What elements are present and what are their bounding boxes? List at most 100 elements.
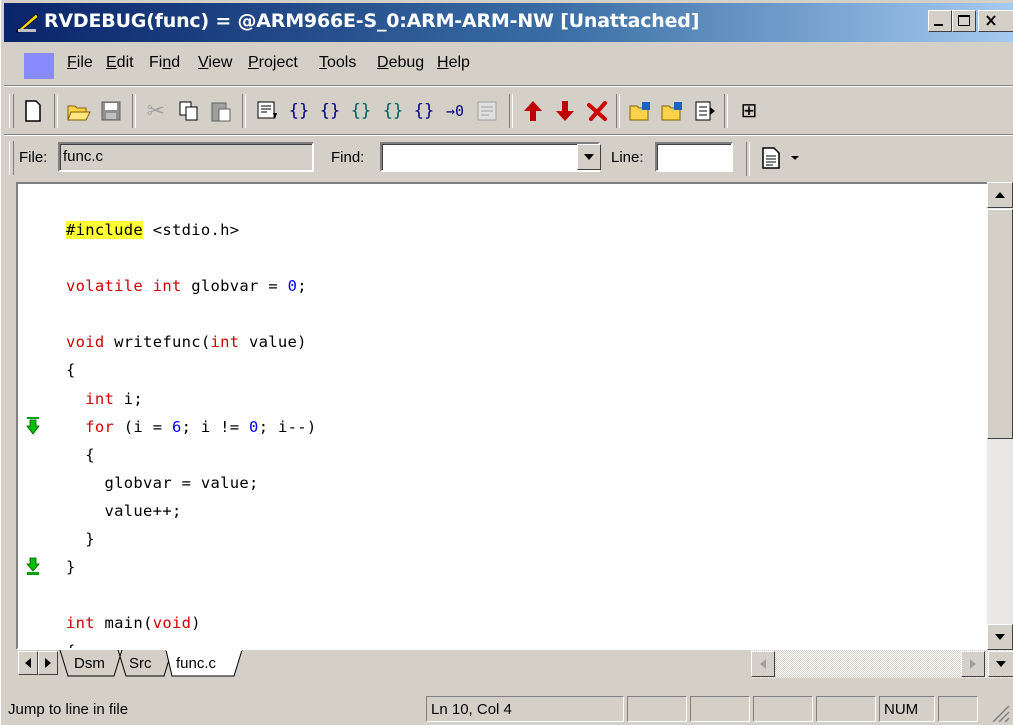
menu-find[interactable]: Find [149, 54, 180, 72]
document-options-icon[interactable] [756, 143, 786, 173]
file-field[interactable]: func.c [58, 142, 314, 172]
file-label: File: [19, 149, 48, 166]
scroll-down-button[interactable] [987, 624, 1013, 650]
tab-dsm[interactable]: Dsm [74, 655, 105, 672]
findbar-grip[interactable] [9, 141, 14, 175]
close-button[interactable] [978, 10, 1013, 32]
chevron-down-icon [995, 634, 1005, 640]
line-input[interactable] [655, 142, 733, 172]
code-line: { [66, 642, 76, 648]
toolbar-separator [54, 94, 58, 128]
new-file-icon[interactable] [18, 96, 48, 126]
disabled-tool-icon[interactable] [472, 96, 502, 126]
app-icon [15, 13, 39, 33]
arrow-up-icon[interactable] [518, 96, 548, 126]
status-pane-empty [938, 696, 978, 722]
code-line: value++; [66, 502, 182, 520]
step-over-icon[interactable]: {} [346, 96, 376, 126]
tab-func-c[interactable]: func.c [176, 655, 216, 672]
chevron-left-icon [25, 658, 31, 668]
chevron-right-icon [970, 659, 976, 669]
find-label: Find: [331, 149, 365, 166]
title-bar[interactable]: RVDEBUG(func) = @ARM966E-S_0:ARM-ARM-NW … [4, 3, 1013, 42]
step-out-icon[interactable]: {} [378, 96, 408, 126]
find-dropdown-button[interactable] [577, 144, 601, 170]
reload-image-icon[interactable] [658, 96, 688, 126]
status-bar: Jump to line in file Ln 10, Col 4 NUM [1, 692, 1013, 725]
maximize-button[interactable] [952, 10, 976, 32]
find-input[interactable] [380, 142, 600, 172]
scroll-down-button-corner[interactable] [988, 651, 1013, 677]
tab-scroll-left-button[interactable] [18, 651, 38, 675]
line-label: Line: [611, 149, 644, 166]
toolbar-separator [509, 94, 513, 128]
registers-icon[interactable]: ⊞ [734, 96, 764, 126]
document-options-dropdown[interactable] [787, 143, 803, 173]
code-line: } [66, 530, 95, 548]
save-icon[interactable] [96, 96, 126, 126]
source-editor[interactable]: #include <stdio.h> volatile int globvar … [16, 182, 989, 650]
menu-debug[interactable]: Debug [377, 54, 424, 72]
menu-separator [4, 85, 1013, 87]
step-return-icon[interactable]: {} [409, 96, 439, 126]
resize-grip-icon[interactable] [991, 704, 1011, 722]
toolbar-separator-line [4, 134, 1013, 136]
findbar-separator [746, 142, 750, 176]
status-position: Ln 10, Col 4 [426, 696, 624, 722]
vertical-scrollbar[interactable] [987, 182, 1013, 650]
paste-icon[interactable] [206, 96, 236, 126]
menu-help[interactable]: Help [437, 54, 470, 72]
code-line: } [66, 558, 76, 576]
menu-view[interactable]: View [198, 54, 232, 72]
status-num: NUM [879, 696, 935, 722]
window-title: RVDEBUG(func) = @ARM966E-S_0:ARM-ARM-NW … [44, 10, 700, 32]
copy-icon[interactable] [174, 96, 204, 126]
chevron-right-icon [45, 658, 51, 668]
hscroll-left-button[interactable] [751, 651, 775, 677]
minimize-icon [934, 24, 943, 26]
open-folder-icon[interactable] [64, 96, 94, 126]
cut-icon[interactable]: ✂ [141, 96, 171, 126]
step-into-icon[interactable]: {} [315, 96, 345, 126]
menu-project[interactable]: Project [248, 54, 298, 72]
scroll-thumb[interactable] [987, 209, 1013, 439]
scroll-up-button[interactable] [987, 182, 1013, 208]
status-pane-empty [690, 696, 750, 722]
connection-icon[interactable] [690, 96, 720, 126]
status-pane-empty [816, 696, 876, 722]
toolbar-separator [724, 94, 728, 128]
menu-tools[interactable]: Tools [319, 54, 356, 72]
run-to-cursor-icon[interactable]: →0 [440, 96, 470, 126]
status-message: Jump to line in file [8, 701, 129, 718]
toolbar-grip[interactable] [9, 94, 14, 128]
arrow-down-icon[interactable] [550, 96, 580, 126]
code-line: volatile int globvar = 0; [66, 277, 307, 295]
close-icon [986, 15, 996, 26]
step-arrow-icon[interactable] [26, 417, 40, 435]
toolbar-separator [616, 94, 620, 128]
code-line: { [66, 446, 95, 464]
tab-scroll-right-button[interactable] [38, 651, 58, 675]
chevron-down-icon [791, 156, 799, 160]
minimize-button[interactable] [928, 10, 952, 32]
chevron-left-icon [760, 659, 766, 669]
chevron-up-icon [995, 192, 1005, 198]
load-image-icon[interactable] [626, 96, 656, 126]
chevron-down-icon [996, 661, 1006, 667]
horizontal-scrollbar[interactable] [751, 650, 1013, 678]
menu-edit[interactable]: Edit [106, 54, 134, 72]
menu-file[interactable]: File [67, 54, 93, 72]
tab-src[interactable]: Src [129, 655, 152, 672]
debugger-window: RVDEBUG(func) = @ARM966E-S_0:ARM-ARM-NW … [0, 0, 1013, 725]
delete-x-icon[interactable] [582, 96, 612, 126]
menu-bar: File Edit Find View Project Tools Debug … [4, 46, 1013, 84]
hscroll-right-button[interactable] [961, 651, 985, 677]
code-line: #include <stdio.h> [66, 221, 240, 239]
code-line: int i; [85, 390, 144, 408]
step-icon[interactable]: {} [284, 96, 314, 126]
return-arrow-icon[interactable] [26, 557, 40, 575]
chevron-down-icon [584, 154, 594, 160]
maximize-icon [958, 15, 970, 26]
toolbar-separator [242, 94, 246, 128]
run-to-line-icon[interactable] [252, 96, 282, 126]
